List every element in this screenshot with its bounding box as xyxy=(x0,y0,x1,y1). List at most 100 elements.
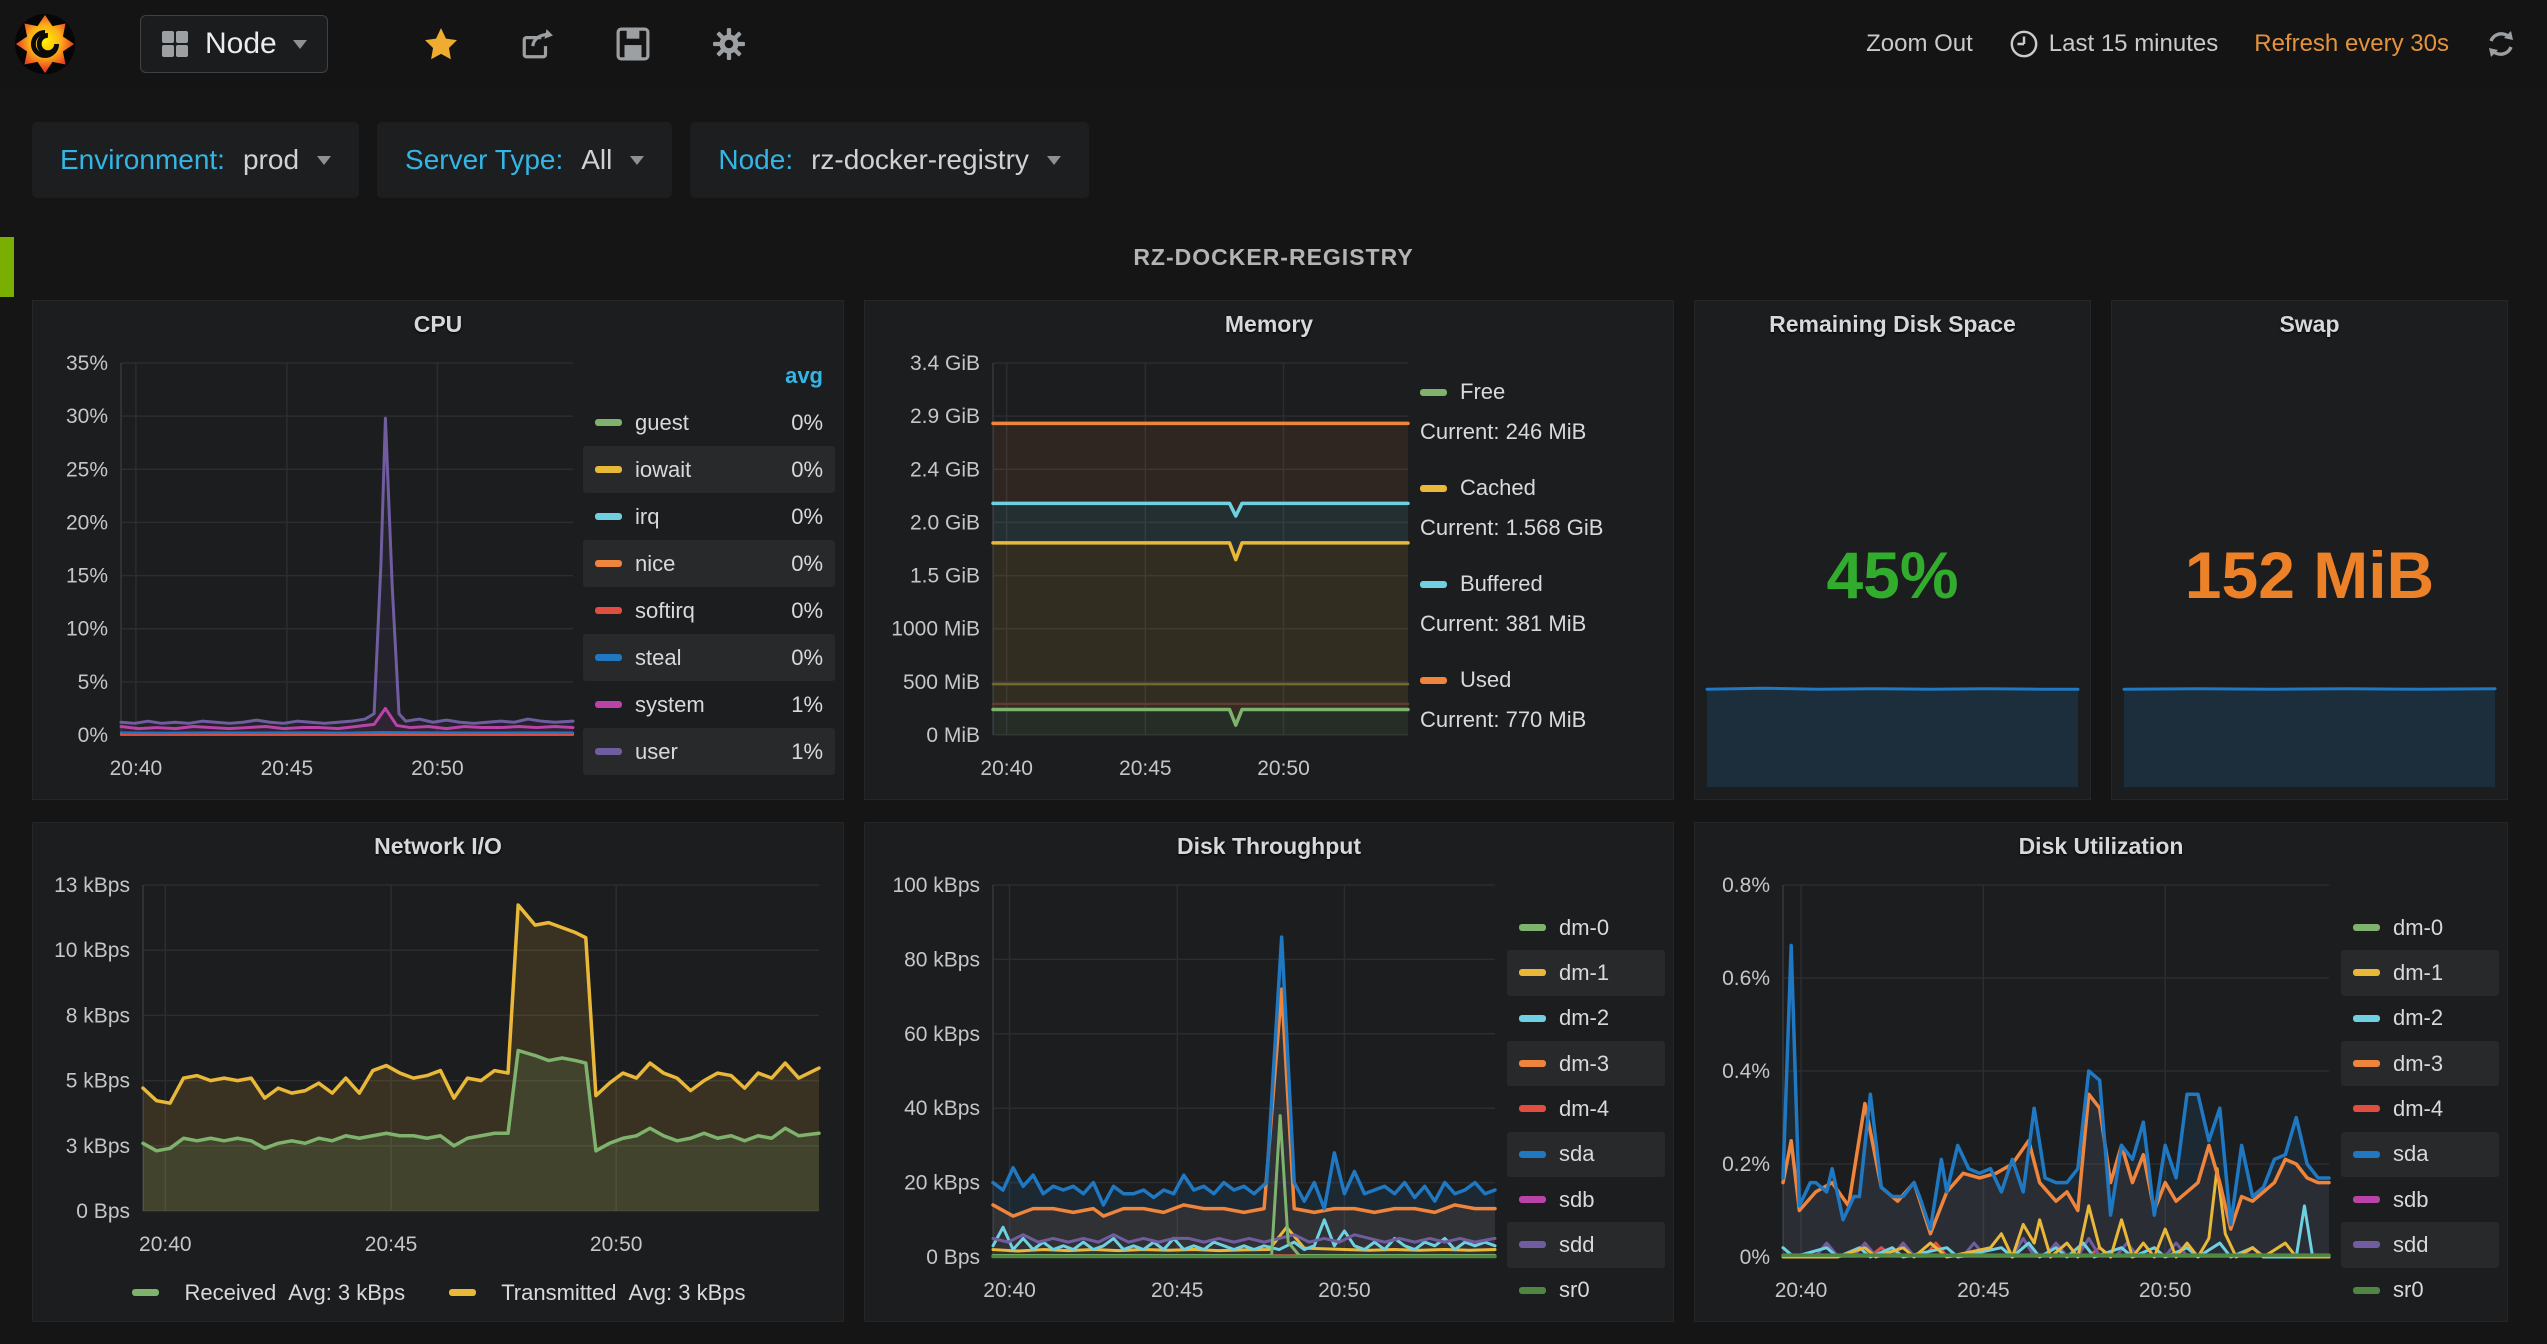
svg-text:80 kBps: 80 kBps xyxy=(904,948,980,971)
legend-item-guest[interactable]: guest 0% xyxy=(583,399,835,446)
legend-avg-header: avg xyxy=(583,353,835,399)
legend-item-dm-0[interactable]: dm-0 xyxy=(1507,905,1665,950)
panel-disk-utilization: Disk Utilization 0%0.2%0.4%0.6%0.8%20:40… xyxy=(1694,822,2508,1322)
disk-throughput-chart[interactable]: 0 Bps20 kBps40 kBps60 kBps80 kBps100 kBp… xyxy=(875,871,1507,1313)
legend-item-dm-4[interactable]: dm-4 xyxy=(1507,1086,1665,1131)
panel-title[interactable]: Disk Utilization xyxy=(1695,823,2507,865)
legend-item-Transmitted[interactable]: Transmitted Avg: 3 kBps xyxy=(449,1280,745,1306)
refresh-button[interactable] xyxy=(2485,28,2517,60)
panel-title[interactable]: Swap xyxy=(2112,301,2507,343)
variable-dropdown-1[interactable]: Server Type: All xyxy=(377,122,672,198)
legend-item-Free[interactable]: Free Current: 246 MiB xyxy=(1420,379,1665,445)
series-color-swatch xyxy=(1519,969,1546,976)
legend-item-system[interactable]: system 1% xyxy=(583,681,835,728)
series-color-swatch xyxy=(2353,1105,2380,1112)
legend-item-steal[interactable]: steal 0% xyxy=(583,634,835,681)
legend-item-Cached[interactable]: Cached Current: 1.568 GiB xyxy=(1420,475,1665,541)
legend-item-sdb[interactable]: sdb xyxy=(1507,1177,1665,1222)
legend-item-iowait[interactable]: iowait 0% xyxy=(583,446,835,493)
panel-title[interactable]: CPU xyxy=(33,301,843,343)
series-color-swatch xyxy=(1519,1105,1546,1112)
star-button[interactable] xyxy=(424,27,458,61)
top-navigation-bar: Node xyxy=(0,0,2547,88)
caret-down-icon xyxy=(317,156,331,165)
legend-item-dm-2[interactable]: dm-2 xyxy=(2341,996,2499,1041)
settings-gear-icon[interactable] xyxy=(712,27,746,61)
svg-text:30%: 30% xyxy=(66,405,108,428)
variable-dropdown-0[interactable]: Environment: prod xyxy=(32,122,359,198)
legend-item-Used[interactable]: Used Current: 770 MiB xyxy=(1420,667,1665,733)
disk-utilization-chart[interactable]: 0%0.2%0.4%0.6%0.8%20:4020:4520:50 xyxy=(1705,871,2341,1313)
zoom-out-button[interactable]: Zoom Out xyxy=(1866,30,1973,58)
svg-text:20 kBps: 20 kBps xyxy=(904,1172,980,1195)
legend-item-sr0[interactable]: sr0 xyxy=(1507,1268,1665,1313)
panel-memory: Memory 0 MiB500 MiB1000 MiB1.5 GiB2.0 Gi… xyxy=(864,300,1674,800)
cpu-legend: avg guest 0% iowait 0% irq 0% nice 0% xyxy=(583,349,835,791)
svg-text:20:45: 20:45 xyxy=(1957,1279,2010,1302)
legend-item-user[interactable]: user 1% xyxy=(583,728,835,775)
legend-item-irq[interactable]: irq 0% xyxy=(583,493,835,540)
series-color-swatch xyxy=(1519,1060,1546,1067)
svg-text:0.6%: 0.6% xyxy=(1722,967,1770,990)
variable-dropdown-2[interactable]: Node: rz-docker-registry xyxy=(690,122,1089,198)
legend-item-sdd[interactable]: sdd xyxy=(2341,1222,2499,1267)
legend-item-dm-0[interactable]: dm-0 xyxy=(2341,905,2499,950)
legend-item-softirq[interactable]: softirq 0% xyxy=(583,587,835,634)
panel-remaining-disk-space: Remaining Disk Space 45% xyxy=(1694,300,2091,800)
panel-title[interactable]: Disk Throughput xyxy=(865,823,1673,865)
svg-text:2.0 GiB: 2.0 GiB xyxy=(910,511,980,534)
svg-text:20:50: 20:50 xyxy=(1257,757,1310,780)
series-color-swatch xyxy=(132,1289,159,1296)
svg-text:15%: 15% xyxy=(66,565,108,588)
series-color-swatch xyxy=(1519,1196,1546,1203)
legend-item-dm-1[interactable]: dm-1 xyxy=(1507,950,1665,995)
panel-title[interactable]: Network I/O xyxy=(33,823,843,865)
row-title[interactable]: RZ-DOCKER-REGISTRY xyxy=(0,244,2547,271)
svg-text:20:50: 20:50 xyxy=(1318,1279,1371,1302)
grafana-logo[interactable] xyxy=(14,13,76,75)
legend-item-sr0[interactable]: sr0 xyxy=(2341,1268,2499,1313)
cpu-chart[interactable]: 0%5%10%15%20%25%30%35%20:4020:4520:50 xyxy=(43,349,583,791)
legend-item-sdb[interactable]: sdb xyxy=(2341,1177,2499,1222)
legend-item-Received[interactable]: Received Avg: 3 kBps xyxy=(132,1280,405,1306)
legend-item-dm-3[interactable]: dm-3 xyxy=(1507,1041,1665,1086)
svg-text:20:50: 20:50 xyxy=(411,757,464,780)
svg-text:20:45: 20:45 xyxy=(365,1233,418,1256)
svg-text:0 Bps: 0 Bps xyxy=(76,1200,130,1223)
legend-item-sda[interactable]: sda xyxy=(1507,1132,1665,1177)
svg-text:20:45: 20:45 xyxy=(261,757,314,780)
legend-item-Buffered[interactable]: Buffered Current: 381 MiB xyxy=(1420,571,1665,637)
svg-text:20:40: 20:40 xyxy=(980,757,1033,780)
legend-item-dm-2[interactable]: dm-2 xyxy=(1507,996,1665,1041)
dashboard-title: Node xyxy=(205,27,277,61)
svg-text:40 kBps: 40 kBps xyxy=(904,1097,980,1120)
panel-network-io: Network I/O 0 Bps3 kBps5 kBps8 kBps10 kB… xyxy=(32,822,844,1322)
memory-chart[interactable]: 0 MiB500 MiB1000 MiB1.5 GiB2.0 GiB2.4 Gi… xyxy=(875,349,1420,791)
dashboard-grid-icon xyxy=(161,30,189,58)
svg-text:5%: 5% xyxy=(78,671,108,694)
dashboard-picker-button[interactable]: Node xyxy=(140,15,328,73)
svg-text:20:45: 20:45 xyxy=(1119,757,1172,780)
singlestat-value: 152 MiB xyxy=(2112,537,2507,613)
legend-item-dm-3[interactable]: dm-3 xyxy=(2341,1041,2499,1086)
legend-item-sdd[interactable]: sdd xyxy=(1507,1222,1665,1267)
series-color-swatch xyxy=(1519,1151,1546,1158)
svg-text:25%: 25% xyxy=(66,458,108,481)
legend-item-dm-4[interactable]: dm-4 xyxy=(2341,1086,2499,1131)
svg-text:0.2%: 0.2% xyxy=(1722,1153,1770,1176)
series-color-swatch xyxy=(595,513,622,520)
panel-title[interactable]: Remaining Disk Space xyxy=(1695,301,2090,343)
series-color-swatch xyxy=(2353,924,2380,931)
share-button[interactable] xyxy=(520,27,554,61)
legend-item-nice[interactable]: nice 0% xyxy=(583,540,835,587)
save-button[interactable] xyxy=(616,27,650,61)
refresh-interval-picker[interactable]: Refresh every 30s xyxy=(2254,30,2449,58)
legend-item-dm-1[interactable]: dm-1 xyxy=(2341,950,2499,995)
singlestat-sparkline xyxy=(1705,679,2080,789)
series-color-swatch xyxy=(1519,1015,1546,1022)
panel-title[interactable]: Memory xyxy=(865,301,1673,343)
time-range-picker[interactable]: Last 15 minutes xyxy=(2009,29,2218,59)
network-chart[interactable]: 0 Bps3 kBps5 kBps8 kBps10 kBps13 kBps20:… xyxy=(43,871,835,1272)
legend-item-sda[interactable]: sda xyxy=(2341,1132,2499,1177)
svg-text:0 MiB: 0 MiB xyxy=(926,724,980,747)
